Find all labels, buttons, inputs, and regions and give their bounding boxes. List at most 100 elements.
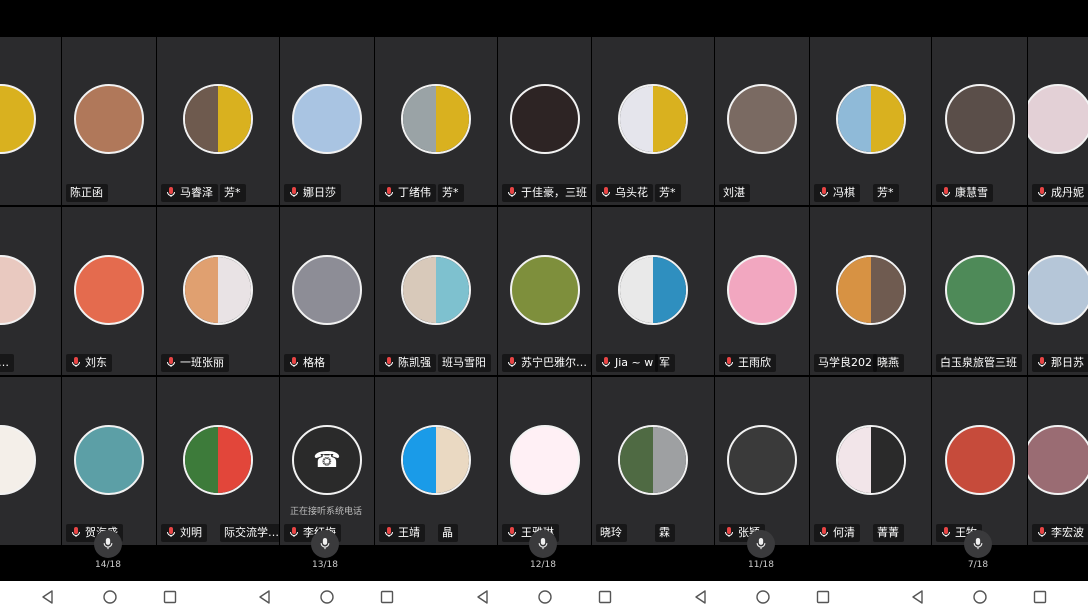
participant-name: 白玉泉旅管三班 [940, 356, 1017, 369]
back-icon[interactable] [40, 589, 56, 605]
participant-avatar: ☎ [292, 425, 362, 495]
participant-avatar [183, 425, 253, 495]
participant-tile[interactable]: 丁绪伟 芳* [375, 37, 497, 205]
participant-tile[interactable]: 贺海盛 [62, 377, 156, 545]
home-icon[interactable] [972, 589, 988, 605]
participant-tile[interactable]: Jia ~ w 军 [592, 207, 714, 375]
secondary-participant-name: 菁菁 [877, 526, 899, 539]
participant-name-badge: 一班张丽 [161, 354, 229, 372]
microphone-button[interactable] [964, 530, 992, 558]
avatar-left-half [403, 86, 436, 152]
participant-tile[interactable]: 张颖 [715, 377, 809, 545]
microphone-icon [602, 187, 610, 197]
avatar-left-half [185, 86, 218, 152]
participant-tile[interactable]: 成丹妮 [1028, 37, 1088, 205]
back-icon[interactable] [910, 589, 926, 605]
microphone-icon [820, 187, 828, 197]
participant-tile[interactable]: n [0, 377, 61, 545]
participant-tile[interactable]: 芳* [0, 37, 61, 205]
microphone-icon [290, 187, 298, 197]
participant-name: 陈凯强 [398, 356, 431, 369]
avatar-right-half [436, 86, 469, 152]
participant-tile[interactable]: 李宏波 [1028, 377, 1088, 545]
microphone-icon [942, 187, 950, 197]
avatar-right-half [218, 257, 251, 323]
participant-tile[interactable]: 王雅琳 [498, 377, 591, 545]
recents-icon[interactable] [815, 589, 831, 605]
secondary-name-badge: 芳* [438, 184, 464, 202]
participant-tile[interactable]: 正在接听系统电话☎李红梅 [280, 377, 374, 545]
participant-tile[interactable]: 于佳豪，三班 [498, 37, 591, 205]
participant-tile[interactable]: 王牧 [932, 377, 1027, 545]
back-icon[interactable] [475, 589, 491, 605]
home-icon[interactable] [102, 589, 118, 605]
participant-tile[interactable]: 格格 [280, 207, 374, 375]
participant-name: 康慧雪 [955, 186, 988, 199]
participant-tile[interactable]: 王靖 晶 [375, 377, 497, 545]
participant-tile[interactable]: 那日苏 [1028, 207, 1088, 375]
recents-icon[interactable] [379, 589, 395, 605]
avatar-right-half [871, 427, 904, 493]
page-counter: 7/18 [967, 560, 989, 570]
home-icon[interactable] [755, 589, 771, 605]
back-icon[interactable] [257, 589, 273, 605]
participant-tile[interactable]: 王雨欣 [715, 207, 809, 375]
participant-avatar [510, 84, 580, 154]
participant-name: 格格 [303, 356, 325, 369]
participant-name: 马学良202 [818, 356, 872, 369]
microphone-button[interactable] [94, 530, 122, 558]
microphone-icon [167, 357, 175, 367]
participant-name: 那日苏 [1051, 356, 1084, 369]
participant-tile[interactable]: 苏宁巴雅尔… [498, 207, 591, 375]
participant-tile[interactable]: 马睿泽 芳* [157, 37, 279, 205]
microphone-button[interactable] [747, 530, 775, 558]
home-icon[interactable] [537, 589, 553, 605]
secondary-name-badge: 际交流学… [220, 524, 279, 542]
secondary-participant-name: 班马雪阳 [442, 356, 486, 369]
participant-tile[interactable]: 刘湛 [715, 37, 809, 205]
back-icon[interactable] [693, 589, 709, 605]
participant-name-badge: 何清 [814, 524, 860, 542]
participant-avatar [945, 84, 1015, 154]
avatar-right-half [653, 257, 686, 323]
participant-name-badge: 丁绪伟 [379, 184, 436, 202]
secondary-name-badge: 晓燕 [873, 354, 904, 372]
participant-tile[interactable]: 刘东 [62, 207, 156, 375]
participant-name-badge: 陈正函 [66, 184, 108, 202]
participant-avatar [618, 84, 688, 154]
participant-tile[interactable]: 静雯2021… [0, 207, 61, 375]
participant-avatar [74, 255, 144, 325]
microphone-icon [320, 538, 330, 550]
participant-avatar [618, 425, 688, 495]
participant-tile[interactable]: 娜日莎 [280, 37, 374, 205]
participant-name-badge: 于佳豪，三班 [502, 184, 591, 202]
participant-tile[interactable]: 一班张丽 [157, 207, 279, 375]
participant-tile[interactable]: 何清 菁菁 [810, 377, 931, 545]
participant-tile[interactable]: 康慧雪 [932, 37, 1027, 205]
participant-name: 冯棋 [833, 186, 855, 199]
microphone-icon [167, 187, 175, 197]
participant-avatar [1028, 255, 1088, 325]
page-counter: 14/18 [95, 560, 121, 570]
participant-tile[interactable]: 冯棋 芳* [810, 37, 931, 205]
participant-name: 刘东 [85, 356, 107, 369]
home-icon[interactable] [319, 589, 335, 605]
recents-icon[interactable] [597, 589, 613, 605]
microphone-button[interactable] [311, 530, 339, 558]
participant-tile[interactable]: 陈正函 [62, 37, 156, 205]
avatar-left-half [620, 257, 653, 323]
participant-avatar [945, 255, 1015, 325]
avatar-left-half [838, 86, 871, 152]
microphone-icon [1038, 527, 1046, 537]
participant-tile[interactable]: 白玉泉旅管三班 [932, 207, 1027, 375]
microphone-button[interactable] [529, 530, 557, 558]
recents-icon[interactable] [162, 589, 178, 605]
participant-tile[interactable]: 乌头花 芳* [592, 37, 714, 205]
participant-tile[interactable]: 刘明 际交流学… [157, 377, 279, 545]
participant-tile[interactable]: 马学良202 晓燕 [810, 207, 931, 375]
participant-tile[interactable]: 陈凯强 班马雪阳 [375, 207, 497, 375]
participant-name-badge: 王靖 [379, 524, 425, 542]
recents-icon[interactable] [1032, 589, 1048, 605]
participant-tile[interactable]: 晓玲 霖 [592, 377, 714, 545]
microphone-icon [290, 357, 298, 367]
